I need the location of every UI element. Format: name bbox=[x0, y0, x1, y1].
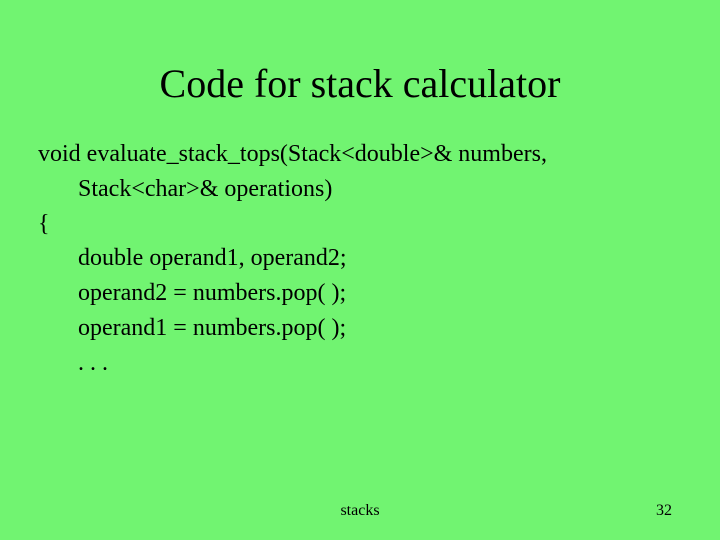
code-line: void evaluate_stack_tops(Stack<double>& … bbox=[38, 137, 682, 172]
slide-title: Code for stack calculator bbox=[0, 0, 720, 137]
footer-label: stacks bbox=[0, 502, 720, 520]
code-line: . . . bbox=[38, 346, 682, 381]
code-line: operand1 = numbers.pop( ); bbox=[38, 311, 682, 346]
code-line: { bbox=[38, 207, 682, 242]
code-block: void evaluate_stack_tops(Stack<double>& … bbox=[0, 137, 720, 381]
code-line: double operand1, operand2; bbox=[38, 241, 682, 276]
slide: Code for stack calculator void evaluate_… bbox=[0, 0, 720, 540]
code-line: operand2 = numbers.pop( ); bbox=[38, 276, 682, 311]
page-number: 32 bbox=[656, 502, 672, 520]
code-line: Stack<char>& operations) bbox=[38, 172, 682, 207]
